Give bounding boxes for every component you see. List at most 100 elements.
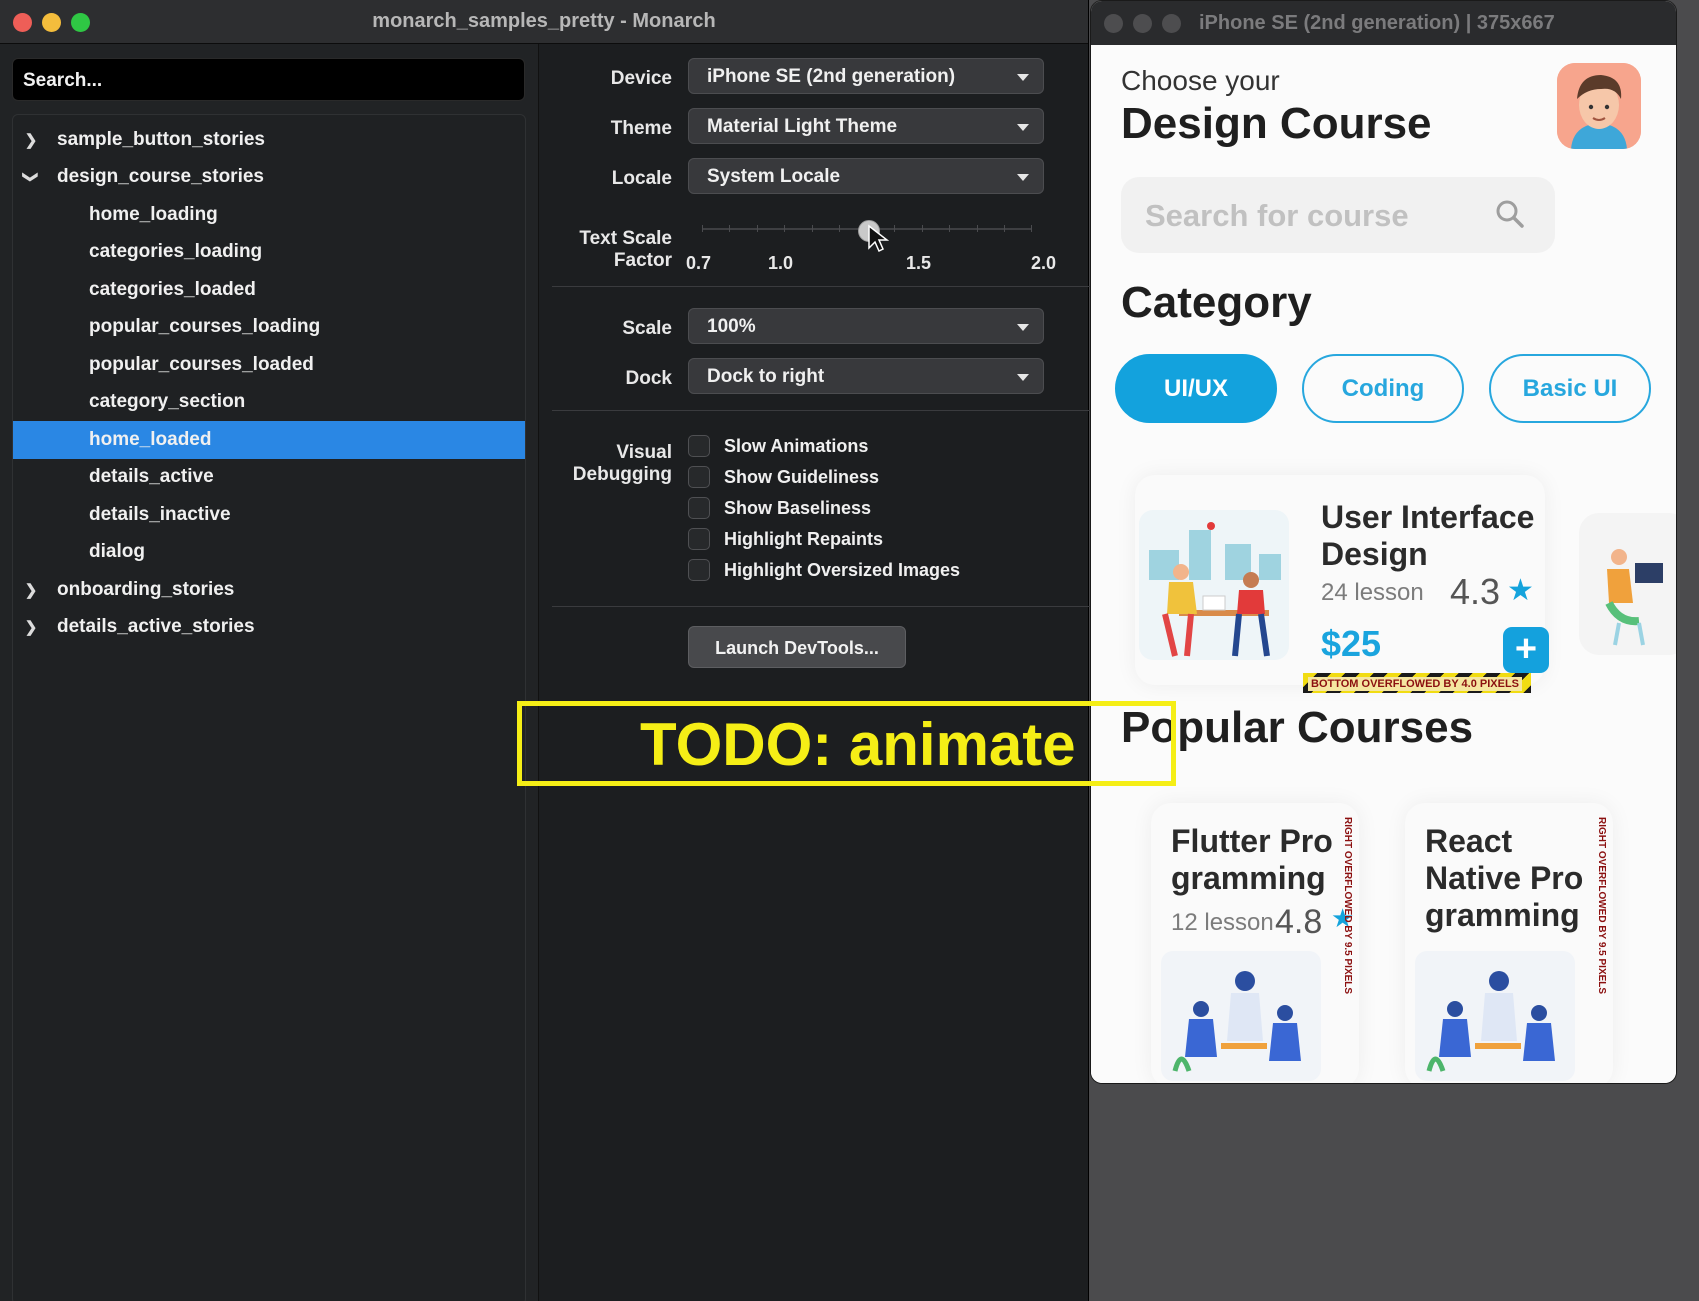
next-course-card-peek[interactable] [1579, 513, 1676, 655]
window-title: monarch_samples_pretty - Monarch [372, 10, 716, 32]
slider-tick-label: 2.0 [1031, 253, 1057, 273]
checkbox[interactable] [688, 497, 710, 519]
stories-search-input[interactable]: Search... [12, 58, 525, 101]
chevron-right-icon[interactable]: ❯ [21, 581, 41, 599]
popular-course-title-line: React [1425, 823, 1513, 859]
tree-item-popular-courses-loading[interactable]: popular_courses_loading [13, 309, 525, 347]
launch-devtools-button[interactable]: Launch DevTools... [688, 626, 906, 668]
add-course-button[interactable]: + [1503, 627, 1549, 673]
close-window-button[interactable] [1104, 14, 1123, 33]
slow-animations-checkbox[interactable]: Slow Animations [688, 435, 868, 457]
tree-item-label: dialog [89, 541, 145, 563]
scale-select-value: 100% [707, 316, 756, 337]
close-window-button[interactable] [13, 13, 32, 32]
tree-item-details-active[interactable]: details_active [13, 459, 525, 497]
slider-tick [812, 225, 813, 232]
dock-select[interactable]: Dock to right [688, 358, 1044, 394]
chevron-down-icon[interactable]: ❯ [22, 167, 40, 187]
highlight-repaints-checkbox[interactable]: Highlight Repaints [688, 528, 883, 550]
popular-course-title-line: gramming [1171, 860, 1326, 896]
tree-item-label: popular_courses_loaded [89, 353, 314, 375]
category-title: Category [1121, 278, 1312, 327]
mouse-cursor-icon [868, 224, 889, 253]
overflow-warning-text: BOTTOM OVERFLOWED BY 4.0 PIXELS [1308, 677, 1523, 691]
user-avatar-icon [1557, 63, 1641, 149]
featured-course-card[interactable]: User Interface Design 24 lesson 4.3 ★ $2… [1135, 475, 1549, 685]
tree-item-popular-courses-loaded[interactable]: popular_courses_loaded [13, 346, 525, 384]
visual-debugging-label-line-1: Visual [616, 442, 672, 463]
caret-down-icon [1017, 124, 1029, 131]
show-baseliness-checkbox[interactable]: Show Baseliness [688, 497, 871, 519]
checkbox-label: Highlight Repaints [724, 528, 883, 549]
phone-screen: Choose your Design Course Search for cou… [1091, 45, 1676, 1083]
minimize-window-button[interactable] [1133, 14, 1152, 33]
device-label: Device [610, 68, 672, 89]
zoom-window-button[interactable] [1162, 14, 1181, 33]
monarch-window: monarch_samples_pretty - Monarch Search.… [0, 0, 1090, 1301]
popular-course-card[interactable]: Flutter Pro gramming 12 lesson 4.8 ★ RIG… [1151, 803, 1359, 1083]
simulator-titlebar: iPhone SE (2nd generation) | 375x667 [1091, 1, 1676, 45]
team-illustration-icon [1161, 951, 1321, 1081]
checkbox[interactable] [688, 466, 710, 488]
tree-item-details-inactive[interactable]: details_inactive [13, 496, 525, 534]
chevron-right-icon[interactable]: ❯ [21, 618, 41, 636]
checkbox[interactable] [688, 528, 710, 550]
tree-item-home-loading[interactable]: home_loading [13, 196, 525, 234]
tree-group-onboarding-stories[interactable]: ❯ onboarding_stories [13, 571, 525, 609]
chevron-right-icon[interactable]: ❯ [21, 131, 41, 149]
chip-coding[interactable]: Coding [1302, 354, 1464, 423]
locale-select[interactable]: System Locale [688, 158, 1044, 194]
checkbox[interactable] [688, 559, 710, 581]
locale-select-value: System Locale [707, 166, 841, 187]
chip-ui-ux[interactable]: UI/UX [1115, 354, 1277, 423]
tree-item-label: home_loaded [89, 428, 212, 450]
tree-group-sample-button-stories[interactable]: ❯ sample_button_stories [13, 121, 525, 159]
tree-item-dialog[interactable]: dialog [13, 534, 525, 572]
device-select[interactable]: iPhone SE (2nd generation) [688, 58, 1044, 94]
checkbox[interactable] [688, 435, 710, 457]
checkbox-label: Show Guideliness [724, 466, 880, 487]
theme-label: Theme [610, 118, 672, 139]
window-controls [1104, 14, 1181, 33]
slider-tick [977, 225, 978, 232]
chip-basic-ui[interactable]: Basic UI [1489, 354, 1651, 423]
tree-item-categories-loading[interactable]: categories_loading [13, 234, 525, 272]
tree-item-label: categories_loaded [89, 278, 256, 300]
tree-item-home-loaded[interactable]: home_loaded [13, 421, 525, 459]
popular-course-card[interactable]: React Native Pro gramming RIGHT OVERFLOW… [1405, 803, 1613, 1083]
tree-item-label: categories_loading [89, 241, 263, 263]
popular-course-title-line: gramming [1425, 897, 1580, 933]
highlight-oversized-images-checkbox[interactable]: Highlight Oversized Images [688, 559, 960, 581]
caret-down-icon [1017, 174, 1029, 181]
dock-select-value: Dock to right [707, 366, 825, 387]
theme-select[interactable]: Material Light Theme [688, 108, 1044, 144]
simulator-title: iPhone SE (2nd generation) | 375x667 [1199, 11, 1555, 34]
tree-group-details-active-stories[interactable]: ❯ details_active_stories [13, 609, 525, 647]
text-scale-label-line-2: Factor [613, 250, 672, 271]
stories-sidebar: Search... ❯ sample_button_stories ❯ desi… [0, 44, 539, 1301]
tree-item-label: details_active_stories [57, 616, 255, 638]
minimize-window-button[interactable] [42, 13, 61, 32]
slider-tick-label: 1.5 [906, 253, 932, 273]
zoom-window-button[interactable] [71, 13, 90, 32]
overflow-warning-text: RIGHT OVERFLOWED BY 9.5 PIXELS [1342, 817, 1353, 995]
slider-tick [1031, 225, 1032, 232]
team-illustration-icon [1415, 951, 1575, 1081]
avatar[interactable] [1557, 63, 1641, 149]
tree-item-categories-loaded[interactable]: categories_loaded [13, 271, 525, 309]
scale-label: Scale [622, 318, 672, 339]
popular-course-lessons: 12 lesson [1171, 909, 1274, 936]
featured-course-rating: 4.3 [1450, 571, 1501, 612]
tree-item-category-section[interactable]: category_section [13, 384, 525, 422]
slider-tick [757, 225, 758, 232]
search-icon[interactable] [1495, 199, 1525, 229]
theme-select-value: Material Light Theme [707, 116, 898, 137]
course-search-input[interactable]: Search for course [1121, 177, 1555, 253]
caret-down-icon [1017, 74, 1029, 81]
show-guideliness-checkbox[interactable]: Show Guideliness [688, 466, 879, 488]
slider-tick-label: 0.7 [686, 253, 712, 273]
slider-tick [784, 225, 785, 232]
tree-group-design-course-stories[interactable]: ❯ design_course_stories [13, 159, 525, 197]
scale-select[interactable]: 100% [688, 308, 1044, 344]
popular-course-rating: 4.8 [1275, 903, 1323, 941]
